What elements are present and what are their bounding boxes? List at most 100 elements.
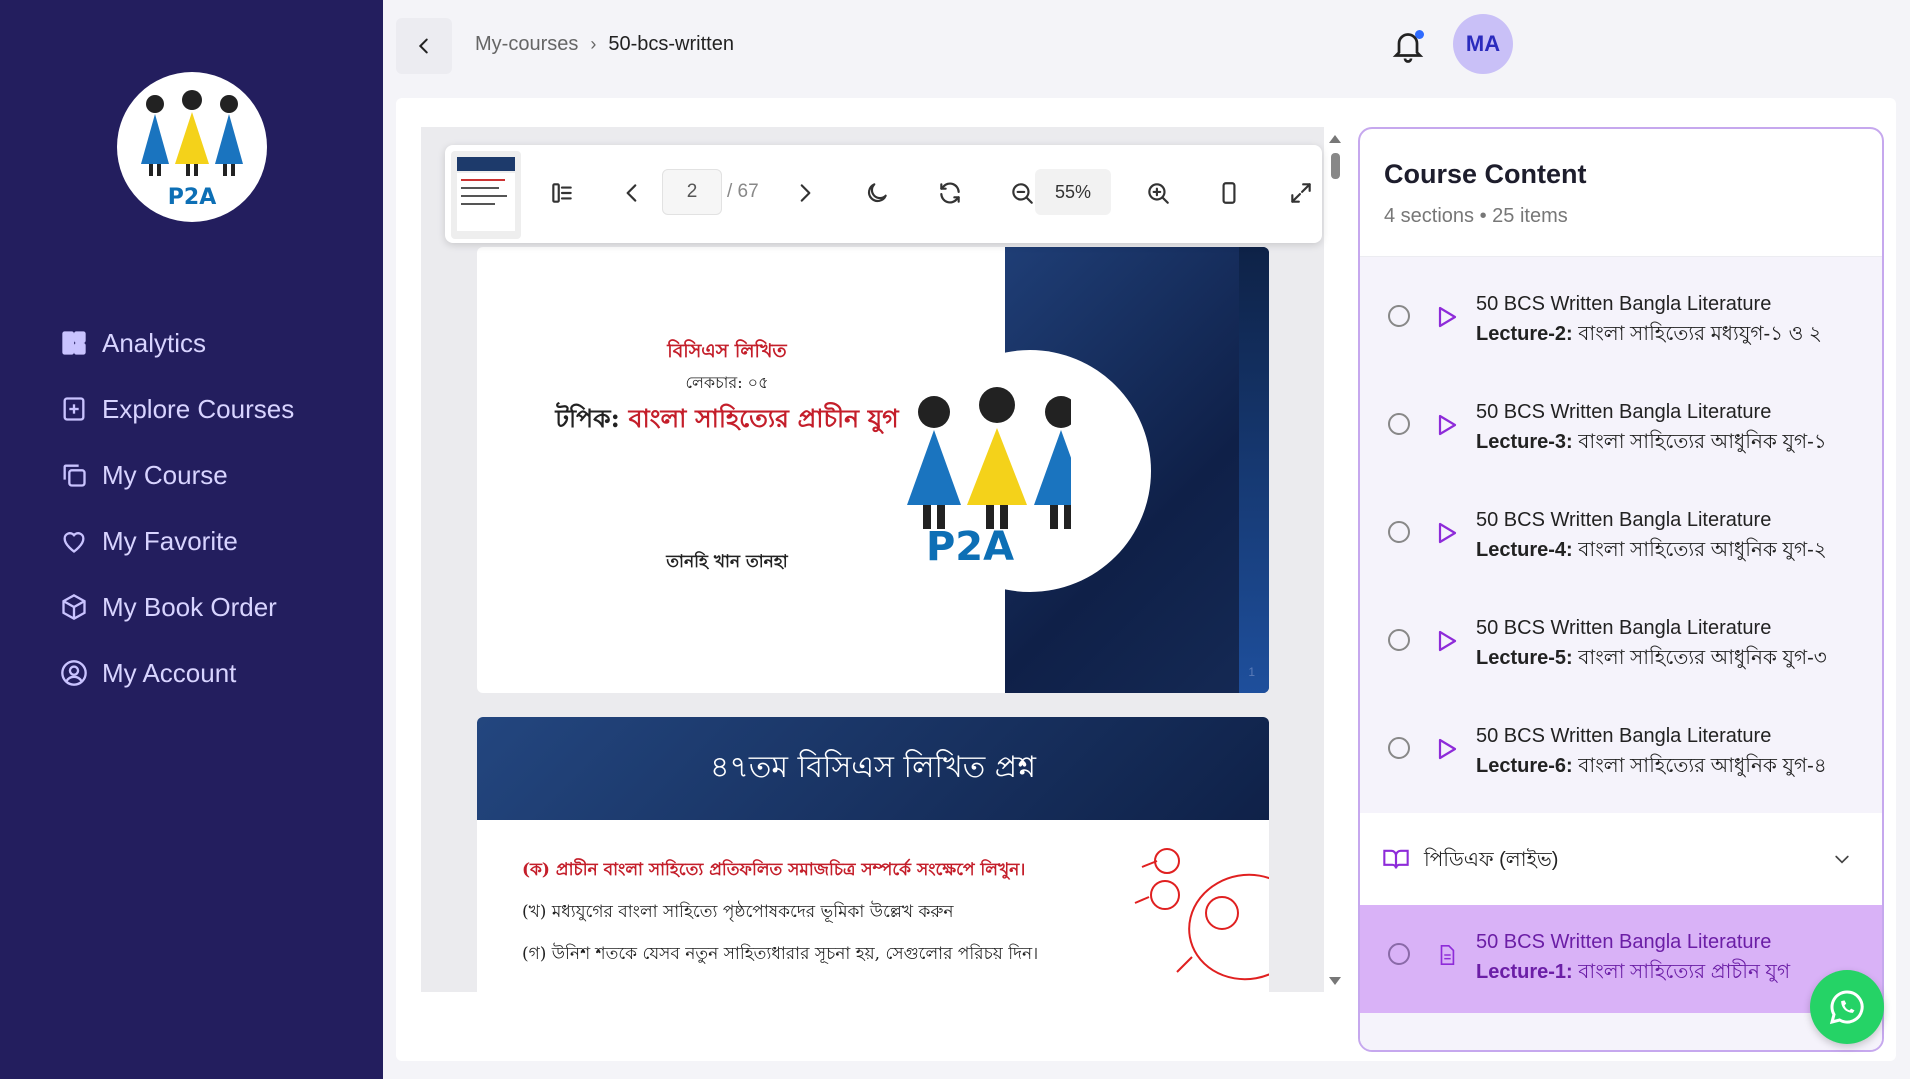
single-page-icon[interactable] [1212, 176, 1246, 210]
prev-page-icon[interactable] [615, 176, 649, 210]
breadcrumb-current: 50-bcs-written [608, 33, 734, 55]
slide-strip [1239, 247, 1269, 693]
package-icon [62, 593, 86, 621]
fullscreen-icon[interactable] [1284, 176, 1318, 210]
copy-icon [63, 464, 86, 487]
course-content-subtitle: 4 sections • 25 items [1384, 205, 1568, 227]
book-plus-icon [63, 397, 85, 421]
lesson-number: Lecture-3: [1476, 431, 1573, 453]
lesson-topic: বাংলা সাহিত্যের আধুনিক যুগ-২ [1572, 539, 1827, 561]
lesson-title: 50 BCS Written Bangla Literature Lecture-… [1476, 721, 1827, 781]
lesson-course-name: 50 BCS Written Bangla Literature [1476, 617, 1772, 639]
sidebar-item-my-favorite[interactable]: My Favorite [60, 508, 294, 574]
scroll-up-icon[interactable] [1327, 133, 1343, 145]
user-circle-icon [61, 660, 87, 686]
next-page-icon[interactable] [788, 176, 822, 210]
lesson-title: 50 BCS Written Bangla Literature Lecture-… [1476, 397, 1827, 457]
logo-text: P2A [167, 185, 217, 210]
play-icon [1438, 738, 1457, 760]
whatsapp-button[interactable] [1810, 970, 1884, 1044]
lesson-topic: বাংলা সাহিত্যের আধুনিক যুগ-৩ [1572, 647, 1827, 669]
sidebar-item-label: My Course [102, 459, 228, 490]
course-content-title: Course Content [1384, 159, 1587, 189]
question-2: (খ) মধ্যযুগের বাংলা সাহিত্যে পৃষ্ঠপোষকদে… [522, 902, 954, 922]
slide-logo: P2A [907, 350, 1151, 592]
page-footer [383, 1062, 1910, 1079]
sidebar-item-label: My Book Order [102, 591, 277, 622]
back-button[interactable] [396, 18, 452, 74]
scroll-down-icon[interactable] [1327, 975, 1343, 987]
pdf-toolbar: / 67 55% [445, 145, 1322, 243]
lesson-number: Lecture-6: [1476, 755, 1573, 777]
sidebar: P2A Analytics Explore Courses My Course … [0, 0, 383, 1079]
question-1: (ক) প্রাচীন বাংলা সাহিত্যে প্রতিফলিত সমা… [522, 860, 1026, 880]
heart-icon [63, 532, 85, 553]
lesson-number: Lecture-2: [1476, 323, 1573, 345]
course-content-panel: Course Content 4 sections • 25 items 50 … [1358, 127, 1884, 1052]
lesson-item[interactable]: 50 BCS Written Bangla Literature Lecture-… [1360, 483, 1882, 591]
sidebar-item-explore-courses[interactable]: Explore Courses [60, 376, 294, 442]
rotate-icon[interactable] [933, 176, 967, 210]
avatar[interactable]: MA [1453, 14, 1513, 74]
page-number-input[interactable] [662, 169, 722, 215]
sidebar-item-my-book-order[interactable]: My Book Order [60, 574, 294, 640]
sidebar-item-label: Explore Courses [102, 393, 295, 424]
lesson-topic: বাংলা সাহিত্যের আধুনিক যুগ-১ [1572, 431, 1827, 453]
lesson-title: 50 BCS Written Bangla Literature Lecture-… [1476, 505, 1827, 565]
lesson-title: 50 BCS Written Bangla Literature Lecture-… [1476, 927, 1790, 987]
sidebar-item-my-course[interactable]: My Course [60, 442, 294, 508]
lesson-course-name: 50 BCS Written Bangla Literature [1476, 931, 1772, 953]
dashboard-icon [62, 331, 86, 355]
lesson-radio[interactable] [1388, 737, 1410, 759]
lesson-number: Lecture-1: [1476, 961, 1573, 983]
dark-mode-icon[interactable] [860, 176, 894, 210]
sidebar-item-my-account[interactable]: My Account [60, 640, 294, 706]
play-icon [1438, 306, 1457, 328]
viewer-scrollbar[interactable] [1327, 127, 1343, 992]
chevron-right-icon: › [590, 34, 597, 54]
zoom-level[interactable]: 55% [1035, 169, 1111, 215]
page-thumbnail[interactable] [451, 151, 521, 239]
top-header: My-courses › 50-bcs-written [383, 0, 1910, 90]
sidebar-item-analytics[interactable]: Analytics [60, 310, 294, 376]
chevron-left-icon [418, 38, 428, 54]
question-3: (গ) উনিশ শতকে যেসব নতুন সাহিত্যধারার সূচ… [522, 944, 1039, 964]
lesson-course-name: 50 BCS Written Bangla Literature [1476, 509, 1772, 531]
sidebar-toggle-icon[interactable] [545, 176, 579, 210]
lesson-radio[interactable] [1388, 629, 1410, 651]
lesson-title: 50 BCS Written Bangla Literature Lecture-… [1476, 289, 1822, 349]
lesson-item[interactable]: 50 BCS Written Bangla Literature Lecture-… [1360, 267, 1882, 375]
lesson-radio[interactable] [1388, 413, 1410, 435]
logo[interactable]: P2A [117, 72, 267, 222]
section-pdf-live[interactable]: পিডিএফ (লাইভ) [1360, 813, 1882, 905]
lesson-item-active[interactable]: 50 BCS Written Bangla Literature Lecture-… [1360, 905, 1882, 1013]
sidebar-nav: Analytics Explore Courses My Course My F… [60, 310, 294, 706]
lesson-topic: বাংলা সাহিত্যের আধুনিক যুগ-৪ [1572, 755, 1827, 777]
breadcrumb-my-courses[interactable]: My-courses [475, 33, 578, 56]
lesson-item[interactable]: 50 BCS Written Bangla Literature Lecture-… [1360, 699, 1882, 807]
lesson-list: 50 BCS Written Bangla Literature Lecture-… [1360, 257, 1882, 1050]
scrollbar-thumb[interactable] [1331, 153, 1340, 179]
page-total: / 67 [727, 181, 759, 202]
play-icon [1438, 414, 1457, 436]
slide-logo-text: P2A [925, 524, 1015, 570]
chevron-down-icon[interactable] [1832, 849, 1852, 869]
zoom-in-icon[interactable] [1141, 176, 1175, 210]
lesson-course-name: 50 BCS Written Bangla Literature [1476, 401, 1772, 423]
play-icon [1438, 630, 1457, 652]
viewer-bottom [421, 992, 1324, 1052]
handwritten-annotation-icon [1134, 848, 1269, 981]
lesson-radio[interactable] [1388, 305, 1410, 327]
lesson-item[interactable]: 50 BCS Written Bangla Literature Lecture-… [1360, 375, 1882, 483]
lesson-item[interactable]: 50 BCS Written Bangla Literature Lecture-… [1360, 591, 1882, 699]
pdf-page-2: ৪৭তম বিসিএস লিখিত প্রশ্ন (ক) প্রাচীন বাং… [477, 717, 1269, 1017]
pdf-page-1: বিসিএস লিখিত লেকচার: ০৫ টপিক: বাংলা সাহি… [477, 247, 1269, 693]
section-label: পিডিএফ (লাইভ) [1424, 849, 1559, 871]
play-icon [1438, 522, 1457, 544]
lesson-radio[interactable] [1388, 521, 1410, 543]
lesson-course-name: 50 BCS Written Bangla Literature [1476, 725, 1772, 747]
lesson-radio[interactable] [1388, 943, 1410, 965]
breadcrumb: My-courses › 50-bcs-written [475, 33, 734, 56]
zoom-out-icon[interactable] [1005, 176, 1039, 210]
lesson-course-name: 50 BCS Written Bangla Literature [1476, 293, 1772, 315]
